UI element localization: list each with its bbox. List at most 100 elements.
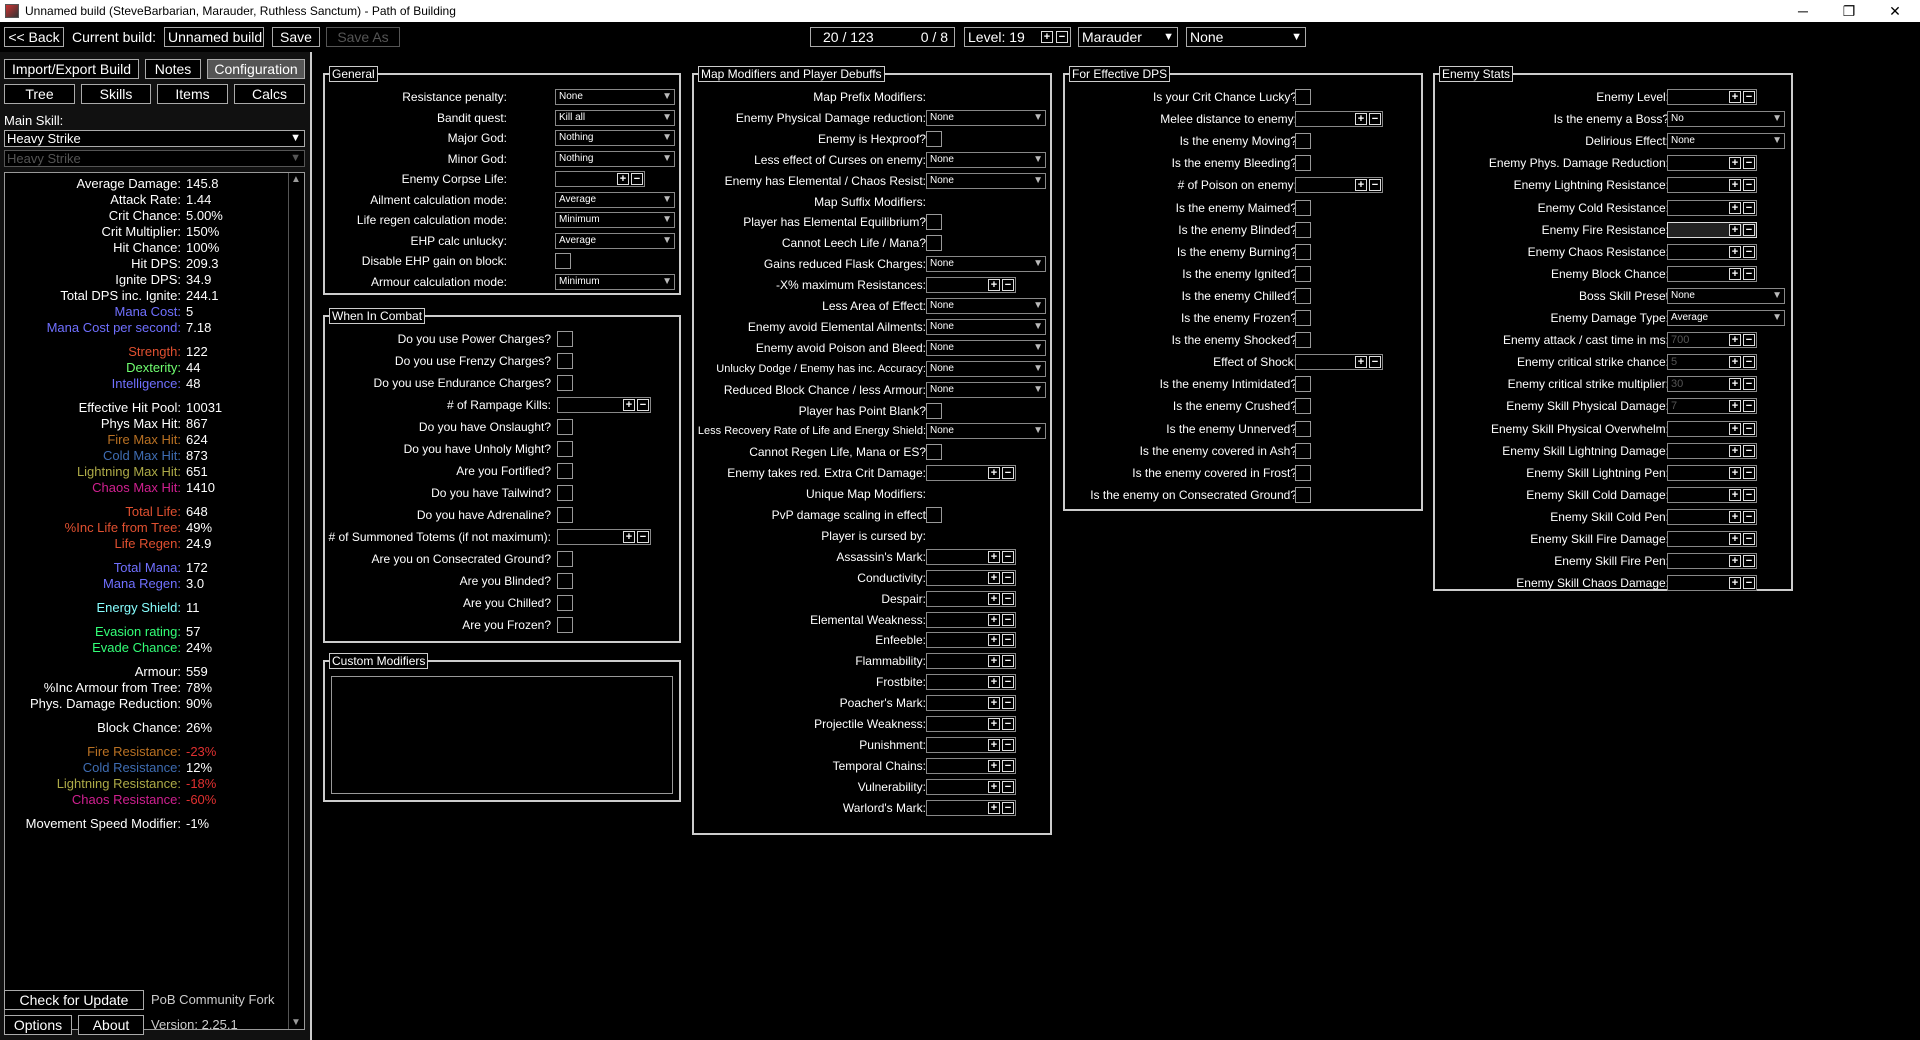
select-armour-calculation-mode[interactable]: Minimum ▼ <box>555 273 675 290</box>
save-as-button[interactable]: Save As <box>326 27 400 47</box>
minus-icon[interactable]: − <box>1743 577 1755 590</box>
plus-icon[interactable]: + <box>1729 400 1741 413</box>
plus-icon[interactable]: + <box>623 531 635 543</box>
plus-icon[interactable]: + <box>988 801 1000 814</box>
tree-button[interactable]: Tree <box>4 84 75 104</box>
build-name-field[interactable]: Unnamed build <box>164 27 264 47</box>
options-button[interactable]: Options <box>4 1015 72 1035</box>
checkbox-is-the-enemy-covered-in-frost[interactable] <box>1295 464 1311 481</box>
minus-icon[interactable]: − <box>1002 613 1014 626</box>
plus-icon[interactable]: + <box>1355 179 1367 192</box>
plus-icon[interactable]: + <box>1729 267 1741 280</box>
checkbox-are-you-chilled[interactable] <box>557 595 573 611</box>
select-boss-skill-preset[interactable]: None ▼ <box>1667 287 1785 304</box>
minus-icon[interactable]: − <box>1002 279 1014 292</box>
plus-icon[interactable]: + <box>1355 113 1367 126</box>
minus-icon[interactable]: − <box>1002 759 1014 772</box>
minus-icon[interactable]: − <box>1002 676 1014 689</box>
minus-icon[interactable]: − <box>631 173 643 185</box>
select-life-regen-calculation-mode[interactable]: Minimum ▼ <box>555 212 675 228</box>
minus-icon[interactable]: − <box>1002 718 1014 730</box>
plus-icon[interactable]: + <box>988 592 1000 605</box>
checkbox-pvp-damage-scaling-in-effect[interactable] <box>926 507 942 523</box>
checkbox-do-you-have-adrenaline[interactable] <box>557 507 573 523</box>
plus-icon[interactable]: + <box>988 697 1000 710</box>
plus-icon[interactable]: + <box>1729 91 1741 103</box>
plus-icon[interactable]: + <box>1729 201 1741 214</box>
checkbox-is-the-enemy-crushed[interactable] <box>1295 398 1311 415</box>
save-button[interactable]: Save <box>272 27 320 47</box>
plus-icon[interactable]: + <box>1355 356 1367 369</box>
level-minus-icon[interactable]: − <box>1056 31 1068 43</box>
minus-icon[interactable]: − <box>1743 334 1755 347</box>
minus-icon[interactable]: − <box>1743 422 1755 435</box>
plus-icon[interactable]: + <box>1729 466 1741 479</box>
minus-icon[interactable]: − <box>1369 113 1381 126</box>
checkbox-is-the-enemy-on-consecrated-ground[interactable] <box>1295 486 1311 503</box>
checkbox-do-you-have-tailwind[interactable] <box>557 485 573 501</box>
minus-icon[interactable]: − <box>1743 555 1755 568</box>
select-less-recovery-rate-of-life-and-energy-shield[interactable]: None ▼ <box>926 423 1046 440</box>
checkbox-do-you-have-unholy-might[interactable] <box>557 441 573 457</box>
checkbox-is-the-enemy-moving[interactable] <box>1295 133 1311 150</box>
ascendancy-select[interactable]: None ▼ <box>1186 27 1306 47</box>
plus-icon[interactable]: + <box>1729 245 1741 258</box>
minus-icon[interactable]: − <box>1743 179 1755 192</box>
select-enemy-damage-type[interactable]: Average ▼ <box>1667 310 1785 326</box>
minus-icon[interactable]: − <box>1002 634 1014 647</box>
minus-icon[interactable]: − <box>1743 157 1755 170</box>
select-unlucky-dodge-enemy-has-inc-accuracy[interactable]: None ▼ <box>926 360 1046 377</box>
checkbox-is-the-enemy-frozen[interactable] <box>1295 310 1311 326</box>
checkbox-is-the-enemy-unnerved[interactable] <box>1295 420 1311 437</box>
maximize-icon[interactable]: ❐ <box>1826 0 1872 22</box>
minus-icon[interactable]: − <box>1002 550 1014 563</box>
minus-icon[interactable]: − <box>637 531 649 543</box>
stats-scrollbar[interactable]: ▲ ▼ <box>288 173 304 1029</box>
import-export-button[interactable]: Import/Export Build <box>4 59 139 79</box>
minus-icon[interactable]: − <box>1743 356 1755 369</box>
minus-icon[interactable]: − <box>1743 201 1755 214</box>
plus-icon[interactable]: + <box>1729 577 1741 590</box>
plus-icon[interactable]: + <box>1729 223 1741 236</box>
close-icon[interactable]: ✕ <box>1872 0 1918 22</box>
checkbox-are-you-on-consecrated-ground[interactable] <box>557 551 573 567</box>
minus-icon[interactable]: − <box>1002 697 1014 710</box>
plus-icon[interactable]: + <box>988 738 1000 751</box>
select-enemy-avoid-poison-and-bleed[interactable]: None ▼ <box>926 339 1046 356</box>
level-field[interactable]: Level: 19 + − <box>964 27 1071 47</box>
select-enemy-avoid-elemental-ailments[interactable]: None ▼ <box>926 318 1046 335</box>
plus-icon[interactable]: + <box>1729 356 1741 369</box>
minus-icon[interactable]: − <box>1002 467 1014 480</box>
minus-icon[interactable]: − <box>1743 466 1755 479</box>
minus-icon[interactable]: − <box>1743 378 1755 391</box>
class-select[interactable]: Marauder ▼ <box>1078 27 1178 47</box>
select-less-area-of-effect[interactable]: None ▼ <box>926 298 1046 314</box>
checkbox-cannot-regen-life-mana-or-es[interactable] <box>926 444 942 461</box>
scroll-up-icon[interactable]: ▲ <box>291 174 301 185</box>
checkbox-do-you-have-onslaught[interactable] <box>557 419 573 435</box>
checkbox-are-you-blinded[interactable] <box>557 573 573 589</box>
plus-icon[interactable]: + <box>988 613 1000 626</box>
minus-icon[interactable]: − <box>1002 655 1014 668</box>
checkbox-player-has-elemental-equilibrium[interactable] <box>926 214 942 231</box>
minus-icon[interactable]: − <box>1743 267 1755 280</box>
select-ailment-calculation-mode[interactable]: Average ▼ <box>555 191 675 208</box>
checkbox-is-the-enemy-covered-in-ash[interactable] <box>1295 442 1311 459</box>
plus-icon[interactable]: + <box>988 676 1000 689</box>
select-resistance-penalty[interactable]: None ▼ <box>555 89 675 105</box>
plus-icon[interactable]: + <box>988 780 1000 793</box>
plus-icon[interactable]: + <box>617 173 629 185</box>
skills-button[interactable]: Skills <box>81 84 151 104</box>
select-is-the-enemy-a-boss[interactable]: No ▼ <box>1667 111 1785 128</box>
custom-modifiers-textarea[interactable] <box>331 676 673 794</box>
checkbox-is-the-enemy-blinded[interactable] <box>1295 221 1311 238</box>
plus-icon[interactable]: + <box>988 571 1000 584</box>
checkbox-do-you-use-endurance-charges[interactable] <box>557 375 573 391</box>
checkbox-enemy-is-hexproof[interactable] <box>926 130 942 147</box>
checkbox-are-you-fortified[interactable] <box>557 463 573 479</box>
plus-icon[interactable]: + <box>1729 179 1741 192</box>
notes-button[interactable]: Notes <box>145 59 201 79</box>
minus-icon[interactable]: − <box>1743 91 1755 103</box>
minus-icon[interactable]: − <box>1002 801 1014 814</box>
select-enemy-physical-damage-reduction[interactable]: None ▼ <box>926 109 1046 126</box>
